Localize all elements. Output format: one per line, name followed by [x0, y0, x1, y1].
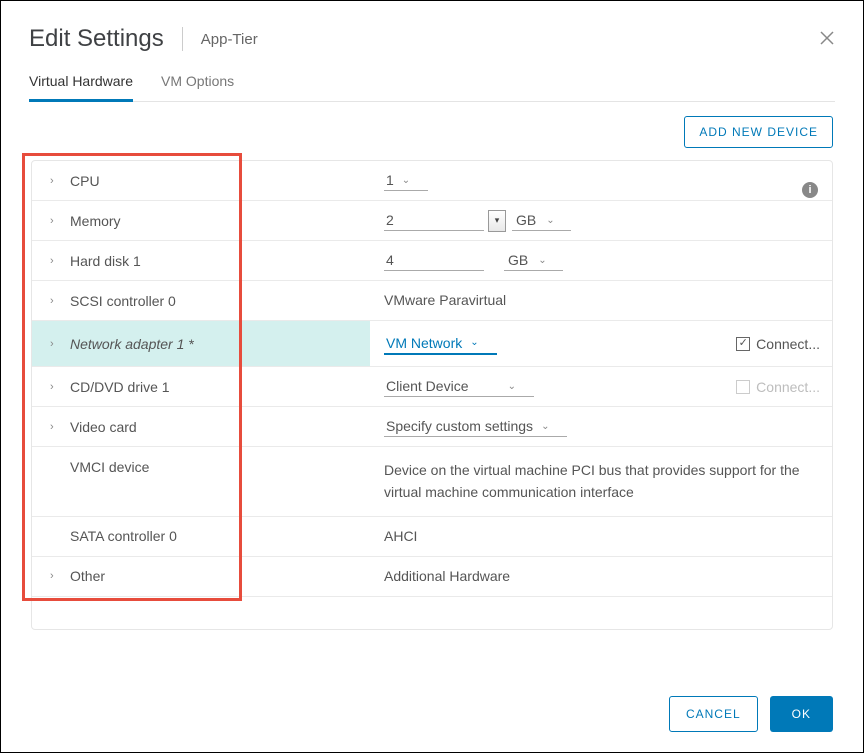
label-memory: Memory: [70, 213, 121, 229]
caret-down-icon: ⌄: [541, 421, 549, 432]
network-value: VM Network: [386, 335, 462, 351]
tab-bar: Virtual Hardware VM Options: [29, 65, 835, 102]
disk-size-value: 4: [386, 252, 394, 268]
tab-vm-options[interactable]: VM Options: [161, 65, 234, 102]
row-scsi: › SCSI controller 0 VMware Paravirtual: [32, 281, 832, 321]
row-network-adapter: › Network adapter 1 * VM Network ⌄ ✓ Con…: [32, 321, 832, 367]
video-value: Specify custom settings: [386, 418, 533, 434]
ok-button[interactable]: OK: [770, 696, 833, 732]
info-icon[interactable]: i: [802, 182, 818, 198]
row-video: › Video card Specify custom settings ⌄: [32, 407, 832, 447]
network-connect-toggle[interactable]: ✓ Connect...: [736, 336, 820, 352]
sata-value: AHCI: [384, 525, 437, 547]
row-blank: [32, 597, 832, 629]
hardware-table: › CPU 1 ⌄ i › Memory 2 ▾: [31, 160, 833, 630]
other-value: Additional Hardware: [384, 565, 530, 587]
chevron-right-icon[interactable]: ›: [50, 338, 60, 350]
label-scsi: SCSI controller 0: [70, 293, 176, 309]
dialog-title: Edit Settings: [29, 25, 182, 53]
dialog-header: Edit Settings App-Tier: [1, 1, 863, 65]
label-cddvd: CD/DVD drive 1: [70, 379, 170, 395]
cddvd-value: Client Device: [386, 378, 468, 394]
chevron-right-icon[interactable]: ›: [50, 175, 60, 187]
cancel-button[interactable]: CANCEL: [669, 696, 758, 732]
disk-unit-select[interactable]: GB ⌄: [504, 250, 563, 271]
row-cddvd: › CD/DVD drive 1 Client Device ⌄ Connect…: [32, 367, 832, 407]
row-vmci: › VMCI device Device on the virtual mach…: [32, 447, 832, 517]
caret-down-icon: ⌄: [538, 255, 546, 266]
video-select[interactable]: Specify custom settings ⌄: [384, 416, 567, 437]
network-select[interactable]: VM Network ⌄: [384, 333, 497, 355]
row-cpu: › CPU 1 ⌄ i: [32, 161, 832, 201]
dialog-subtitle: App-Tier: [183, 31, 258, 48]
chevron-right-icon[interactable]: ›: [50, 255, 60, 267]
label-network-adapter: Network adapter 1 *: [70, 336, 194, 352]
disk-unit: GB: [508, 252, 528, 268]
caret-down-icon: ⌄: [508, 381, 516, 392]
add-new-device-button[interactable]: ADD NEW DEVICE: [684, 116, 833, 148]
caret-down-icon: ⌄: [546, 215, 554, 226]
dialog-footer: CANCEL OK: [669, 696, 833, 732]
close-icon[interactable]: [819, 30, 835, 49]
caret-down-icon: ⌄: [470, 337, 478, 348]
memory-unit-select[interactable]: GB ⌄: [512, 210, 571, 231]
edit-settings-dialog: Edit Settings App-Tier Virtual Hardware …: [0, 0, 864, 753]
network-connect-label: Connect...: [756, 336, 820, 352]
memory-value-input[interactable]: 2: [384, 210, 484, 231]
cddvd-connect-toggle: Connect...: [736, 379, 820, 395]
vmci-value: Device on the virtual machine PCI bus th…: [384, 459, 832, 504]
row-sata: › SATA controller 0 AHCI: [32, 517, 832, 557]
checkbox-unchecked-icon: [736, 380, 750, 394]
label-hard-disk: Hard disk 1: [70, 253, 141, 269]
cpu-count-value: 1: [386, 172, 394, 188]
memory-stepper[interactable]: ▾: [488, 210, 506, 232]
checkbox-checked-icon: ✓: [736, 337, 750, 351]
cddvd-select[interactable]: Client Device ⌄: [384, 376, 534, 397]
disk-size-input[interactable]: 4: [384, 250, 484, 271]
row-memory: › Memory 2 ▾ GB ⌄: [32, 201, 832, 241]
chevron-right-icon[interactable]: ›: [50, 295, 60, 307]
chevron-right-icon[interactable]: ›: [50, 421, 60, 433]
label-cpu: CPU: [70, 173, 100, 189]
caret-down-icon: ⌄: [402, 175, 410, 186]
scsi-value: VMware Paravirtual: [384, 289, 526, 311]
chevron-right-icon[interactable]: ›: [50, 570, 60, 582]
chevron-right-icon[interactable]: ›: [50, 215, 60, 227]
label-vmci: VMCI device: [70, 459, 149, 475]
label-video: Video card: [70, 419, 137, 435]
row-other: › Other Additional Hardware: [32, 557, 832, 597]
chevron-right-icon[interactable]: ›: [50, 381, 60, 393]
cpu-count-select[interactable]: 1 ⌄: [384, 170, 428, 191]
tab-virtual-hardware[interactable]: Virtual Hardware: [29, 65, 133, 102]
row-hard-disk: › Hard disk 1 4 GB ⌄: [32, 241, 832, 281]
label-other: Other: [70, 568, 105, 584]
cddvd-connect-label: Connect...: [756, 379, 820, 395]
memory-unit: GB: [516, 212, 536, 228]
add-device-row: ADD NEW DEVICE: [1, 102, 863, 148]
memory-value: 2: [386, 212, 394, 228]
label-sata: SATA controller 0: [70, 528, 177, 544]
